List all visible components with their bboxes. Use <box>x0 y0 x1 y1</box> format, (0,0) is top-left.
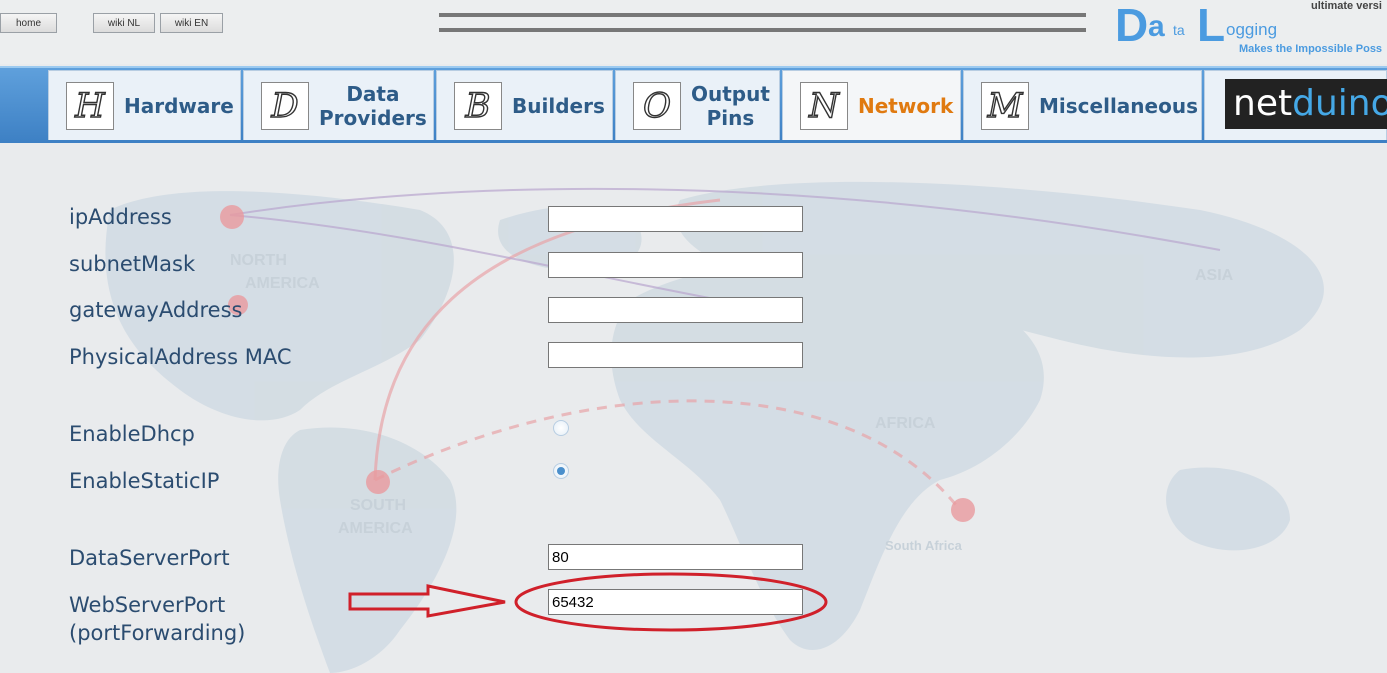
map-label-south: SOUTH <box>350 497 406 514</box>
logo-letter-a: a <box>1148 10 1165 43</box>
logo-letter-d: D <box>1115 0 1149 51</box>
netduino-tab[interactable]: netduino <box>1204 70 1387 140</box>
tab-output-pins[interactable]: O Output Pins <box>615 70 780 140</box>
tab-miscellaneous-label: Miscellaneous <box>1039 93 1198 118</box>
map-label-asia: ASIA <box>1195 267 1234 284</box>
enable-dhcp-label: EnableDhcp <box>69 422 195 446</box>
map-label-south-america: AMERICA <box>338 520 413 537</box>
ip-address-input[interactable] <box>548 206 803 232</box>
netduino-net: net <box>1233 83 1293 124</box>
home-button[interactable]: home <box>0 13 57 33</box>
logo-tagline: Makes the Impossible Poss <box>1239 43 1383 55</box>
enable-dhcp-radio[interactable] <box>553 420 569 436</box>
netduino-duino: duino <box>1292 83 1387 124</box>
data-server-port-input[interactable] <box>548 544 803 570</box>
tab-data-providers-label: Data Providers <box>319 81 427 130</box>
map-label-america: AMERICA <box>245 275 320 292</box>
annotation-arrow <box>348 584 506 618</box>
logo-letters-ta: ta <box>1173 22 1185 38</box>
logo-letters-ogging: ogging <box>1226 20 1278 39</box>
mac-address-label: PhysicalAddress MAC <box>69 345 292 369</box>
web-server-port-label: WebServerPort <box>69 593 226 617</box>
enable-static-ip-radio[interactable] <box>553 463 569 479</box>
network-letter-icon: N <box>800 81 848 130</box>
data-providers-letter-icon: D <box>261 81 309 130</box>
wiki-en-button[interactable]: wiki EN <box>160 13 223 33</box>
tab-builders-label: Builders <box>512 93 605 118</box>
tab-network-label: Network <box>858 93 954 118</box>
wiki-nl-button[interactable]: wiki NL <box>93 13 155 33</box>
annotation-overlay <box>348 572 828 632</box>
tab-hardware[interactable]: H Hardware <box>48 70 241 140</box>
mac-address-input[interactable] <box>548 342 803 368</box>
output-pins-letter-icon: O <box>633 81 681 130</box>
netduino-logo: netduino <box>1225 79 1387 129</box>
tab-hardware-label: Hardware <box>124 93 234 118</box>
annotation-ellipse <box>514 572 828 632</box>
logo-version-text: ultimate versi <box>1311 0 1382 12</box>
subnet-mask-input[interactable] <box>548 252 803 278</box>
miscellaneous-letter-icon: M <box>981 81 1029 130</box>
map-label-africa: AFRICA <box>875 415 936 432</box>
subnet-mask-label: subnetMask <box>69 252 196 276</box>
hardware-letter-icon: H <box>66 81 114 130</box>
tab-output-pins-label: Output Pins <box>691 81 770 130</box>
tab-builders[interactable]: B Builders <box>436 70 613 140</box>
gateway-address-input[interactable] <box>548 297 803 323</box>
tab-miscellaneous[interactable]: M Miscellaneous <box>963 70 1202 140</box>
ip-address-label: ipAddress <box>69 205 172 229</box>
builders-letter-icon: B <box>454 81 502 130</box>
tab-network[interactable]: N Network <box>782 70 961 140</box>
gateway-address-label: gatewayAddress <box>69 298 243 322</box>
tab-data-providers[interactable]: D Data Providers <box>243 70 434 140</box>
port-forwarding-label: (portForwarding) <box>69 621 246 645</box>
map-label-north: NORTH <box>230 252 287 269</box>
divider-line-top <box>439 13 1086 17</box>
map-label-south-africa: South Africa <box>885 538 963 553</box>
divider-line-bottom <box>439 28 1086 32</box>
enable-static-ip-label: EnableStaticIP <box>69 469 220 493</box>
logo-letter-l: L <box>1197 0 1226 51</box>
data-server-port-label: DataServerPort <box>69 546 230 570</box>
